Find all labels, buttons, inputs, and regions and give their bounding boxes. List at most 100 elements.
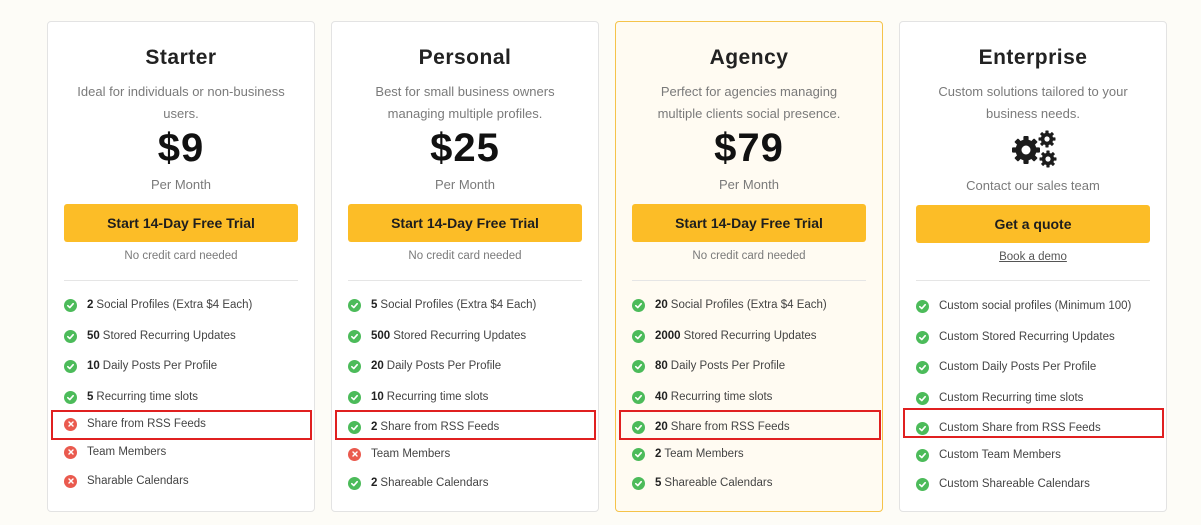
- divider: [632, 280, 866, 281]
- feature-text: Custom Team Members: [939, 449, 1061, 461]
- check-icon: [348, 390, 361, 404]
- feature-item: Custom Team Members: [916, 445, 1156, 465]
- feature-count: 2: [371, 477, 378, 489]
- feature-item: 40 Recurring time slots: [632, 387, 872, 407]
- feature-count: 5: [371, 299, 378, 311]
- check-icon: [632, 359, 645, 373]
- get-quote-button[interactable]: Get a quote: [916, 205, 1150, 243]
- feature-text: Social Profiles (Extra $4 Each): [380, 299, 537, 311]
- highlight-box: [335, 410, 596, 440]
- feature-item: 2 Team Members: [632, 444, 872, 464]
- feature-text: Recurring time slots: [96, 391, 199, 403]
- feature-count: 500: [371, 330, 391, 342]
- contact-sales-text: Contact our sales team: [966, 178, 1100, 193]
- start-trial-button[interactable]: Start 14-Day Free Trial: [64, 204, 298, 242]
- check-icon: [64, 359, 77, 373]
- feature-item: Team Members: [348, 444, 588, 464]
- feature-item: Custom social profiles (Minimum 100): [916, 296, 1156, 316]
- feature-count: 50: [87, 330, 100, 342]
- feature-item: Custom Daily Posts Per Profile: [916, 357, 1156, 377]
- feature-count: 10: [371, 391, 384, 403]
- feature-item: 2 Shareable Calendars: [348, 473, 588, 493]
- plan-card-enterprise: Enterprise Custom solutions tailored to …: [899, 21, 1167, 512]
- check-icon: [632, 447, 645, 461]
- plan-name: Personal: [418, 46, 512, 69]
- check-icon: [916, 477, 929, 491]
- check-icon: [348, 476, 361, 490]
- check-icon: [916, 448, 929, 462]
- start-trial-button[interactable]: Start 14-Day Free Trial: [632, 204, 866, 242]
- feature-text: Custom Stored Recurring Updates: [939, 331, 1115, 343]
- feature-text: Social Profiles (Extra $4 Each): [96, 299, 253, 311]
- plan-name: Agency: [709, 46, 789, 69]
- check-icon: [916, 330, 929, 344]
- check-icon: [916, 391, 929, 405]
- no-credit-card-note: No credit card needed: [408, 250, 522, 262]
- cross-icon: [64, 445, 77, 459]
- feature-item: 20 Daily Posts Per Profile: [348, 356, 588, 376]
- feature-count: 5: [655, 477, 662, 489]
- divider: [348, 280, 582, 281]
- plan-period: Per Month: [719, 177, 779, 192]
- feature-count: 2: [87, 299, 94, 311]
- feature-text: Daily Posts Per Profile: [102, 360, 218, 372]
- divider: [916, 280, 1150, 281]
- feature-item: Custom Shareable Calendars: [916, 474, 1156, 494]
- feature-count: 10: [87, 360, 100, 372]
- feature-count: 20: [655, 299, 668, 311]
- feature-text: Recurring time slots: [670, 391, 773, 403]
- feature-item: 10 Daily Posts Per Profile: [64, 356, 304, 376]
- cross-icon: [64, 474, 77, 488]
- feature-text: Custom Daily Posts Per Profile: [939, 361, 1097, 373]
- book-demo-link[interactable]: Book a demo: [900, 251, 1166, 263]
- plan-price: $25: [430, 126, 500, 170]
- check-icon: [348, 329, 361, 343]
- plan-period: Per Month: [435, 177, 495, 192]
- plan-description: Custom solutions tailored to your busine…: [938, 84, 1128, 121]
- highlight-box: [903, 408, 1164, 438]
- feature-count: 2: [655, 448, 662, 460]
- plan-name: Enterprise: [978, 46, 1088, 69]
- start-trial-button[interactable]: Start 14-Day Free Trial: [348, 204, 582, 242]
- highlight-box: [619, 410, 881, 440]
- no-credit-card-note: No credit card needed: [692, 250, 806, 262]
- feature-item: Sharable Calendars: [64, 471, 304, 491]
- feature-text: Recurring time slots: [386, 391, 489, 403]
- feature-item: 50 Stored Recurring Updates: [64, 326, 304, 346]
- feature-text: Team Members: [664, 448, 744, 460]
- cross-icon: [348, 447, 361, 461]
- plan-price: $79: [714, 126, 784, 170]
- highlight-box: [51, 410, 312, 440]
- plan-description: Ideal for individuals or non-business us…: [77, 84, 285, 121]
- feature-item: 5 Social Profiles (Extra $4 Each): [348, 295, 588, 315]
- plan-name: Starter: [145, 46, 217, 69]
- feature-text: Stored Recurring Updates: [102, 330, 236, 342]
- check-icon: [916, 360, 929, 374]
- plan-description: Perfect for agencies managing multiple c…: [657, 84, 841, 121]
- feature-text: Stored Recurring Updates: [683, 330, 817, 342]
- feature-item: Custom Recurring time slots: [916, 388, 1156, 408]
- feature-count: 20: [371, 360, 384, 372]
- feature-text: Custom social profiles (Minimum 100): [939, 300, 1132, 312]
- feature-text: Custom Shareable Calendars: [939, 478, 1090, 490]
- feature-text: Shareable Calendars: [664, 477, 773, 489]
- feature-item: 80 Daily Posts Per Profile: [632, 356, 872, 376]
- check-icon: [916, 299, 929, 313]
- plan-price: $9: [157, 126, 205, 170]
- check-icon: [348, 359, 361, 373]
- feature-item: 2 Social Profiles (Extra $4 Each): [64, 295, 304, 315]
- feature-item: Custom Stored Recurring Updates: [916, 327, 1156, 347]
- feature-item: 20 Social Profiles (Extra $4 Each): [632, 295, 872, 315]
- check-icon: [64, 390, 77, 404]
- feature-text: Team Members: [87, 446, 167, 458]
- feature-item: 5 Recurring time slots: [64, 387, 304, 407]
- check-icon: [632, 390, 645, 404]
- feature-text: Stored Recurring Updates: [393, 330, 527, 342]
- feature-text: Custom Recurring time slots: [939, 392, 1084, 404]
- feature-item: 500 Stored Recurring Updates: [348, 326, 588, 346]
- feature-text: Team Members: [371, 448, 451, 460]
- feature-item: Team Members: [64, 442, 304, 462]
- feature-text: Shareable Calendars: [380, 477, 489, 489]
- feature-text: Daily Posts Per Profile: [386, 360, 502, 372]
- feature-count: 2000: [655, 330, 681, 342]
